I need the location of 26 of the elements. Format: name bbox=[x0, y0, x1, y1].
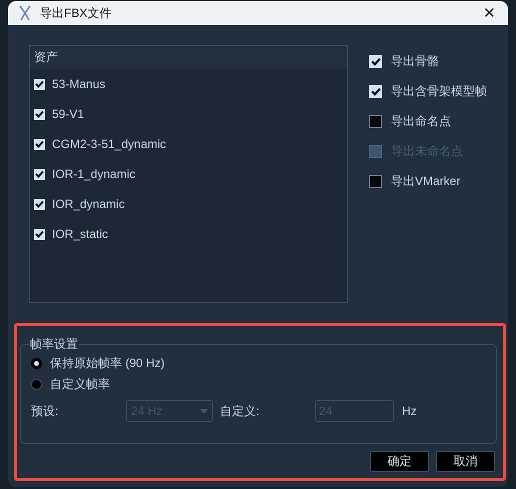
asset-label: IOR_dynamic bbox=[52, 197, 125, 211]
custom-label: 自定义: bbox=[220, 402, 260, 420]
option-label: 导出命名点 bbox=[391, 112, 451, 130]
asset-label: IOR-1_dynamic bbox=[52, 167, 136, 181]
logo-icon bbox=[18, 5, 32, 21]
checkbox[interactable] bbox=[369, 114, 382, 128]
window-title: 导出FBX文件 bbox=[40, 4, 112, 22]
option-label: 导出VMarker bbox=[391, 172, 460, 190]
dialog-button[interactable]: 取消 bbox=[436, 451, 495, 472]
option-label: 导出骨骼 bbox=[391, 52, 439, 70]
group-title: 帧率设置 bbox=[29, 336, 79, 353]
caret-icon bbox=[200, 408, 208, 414]
unit-label: Hz bbox=[402, 404, 417, 418]
preset-label: 预设: bbox=[31, 402, 60, 420]
asset-label: CGM2-3-51_dynamic bbox=[52, 137, 166, 151]
asset-label: 53-Manus bbox=[52, 77, 106, 91]
close-button[interactable]: ✕ bbox=[481, 4, 498, 22]
asset-label: IOR_static bbox=[52, 227, 108, 241]
checkbox[interactable] bbox=[369, 174, 382, 188]
asset-label: 59-V1 bbox=[52, 107, 84, 121]
dialog-button[interactable]: 确定 bbox=[370, 451, 429, 472]
option-label: 导出含骨架模型帧 bbox=[391, 82, 487, 100]
radio-label: 保持原始帧率 (90 Hz) bbox=[50, 355, 165, 372]
option-label: 导出未命名点 bbox=[391, 142, 463, 160]
list-header: 资产 bbox=[30, 46, 347, 69]
radio-label: 自定义帧率 bbox=[50, 376, 110, 393]
